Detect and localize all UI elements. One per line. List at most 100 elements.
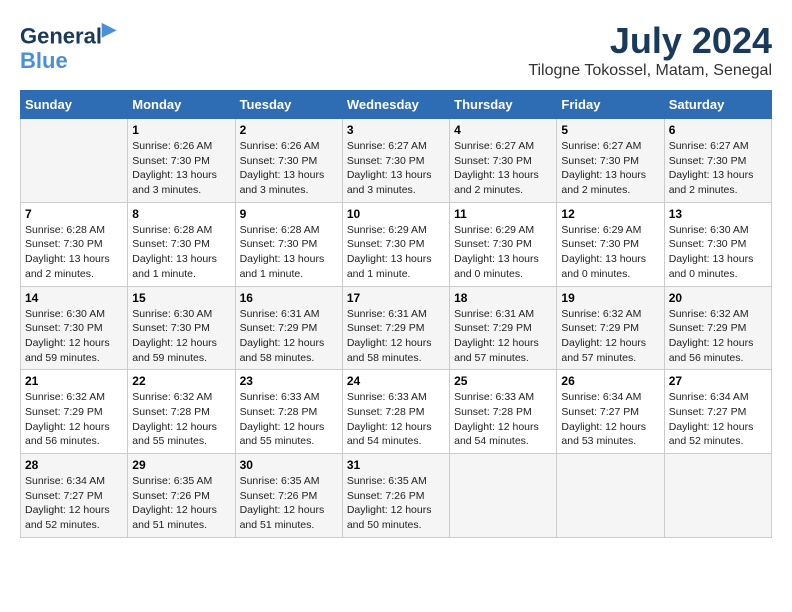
calendar-cell: 26 Sunrise: 6:34 AM Sunset: 7:27 PM Dayli… [557,370,664,454]
calendar-cell: 17 Sunrise: 6:31 AM Sunset: 7:29 PM Dayli… [342,286,449,370]
day-number: 26 [561,374,659,388]
day-info: Sunrise: 6:32 AM Sunset: 7:29 PM Dayligh… [561,307,659,366]
calendar-table: SundayMondayTuesdayWednesdayThursdayFrid… [20,90,772,538]
day-number: 25 [454,374,552,388]
calendar-cell [21,119,128,203]
calendar-cell: 19 Sunrise: 6:32 AM Sunset: 7:29 PM Dayli… [557,286,664,370]
calendar-cell: 5Sunrise: 6:27 AM Sunset: 7:30 PM Daylig… [557,119,664,203]
logo: General▶ Blue [20,20,116,73]
day-number: 1 [132,123,230,137]
day-number: 30 [240,458,338,472]
day-info: Sunrise: 6:27 AM Sunset: 7:30 PM Dayligh… [561,139,659,198]
day-number: 2 [240,123,338,137]
day-info: Sunrise: 6:32 AM Sunset: 7:29 PM Dayligh… [669,307,767,366]
logo-general: General [20,23,102,48]
day-number: 17 [347,291,445,305]
calendar-cell: 10Sunrise: 6:29 AM Sunset: 7:30 PM Dayli… [342,202,449,286]
day-number: 9 [240,207,338,221]
calendar-cell: 23 Sunrise: 6:33 AM Sunset: 7:28 PM Dayli… [235,370,342,454]
calendar-cell: 15 Sunrise: 6:30 AM Sunset: 7:30 PM Dayli… [128,286,235,370]
day-number: 14 [25,291,123,305]
day-number: 21 [25,374,123,388]
day-number: 7 [25,207,123,221]
calendar-cell: 25 Sunrise: 6:33 AM Sunset: 7:28 PM Dayli… [450,370,557,454]
logo-blue: Blue [20,49,116,73]
day-number: 18 [454,291,552,305]
day-number: 3 [347,123,445,137]
calendar-cell: 16Sunrise: 6:31 AM Sunset: 7:29 PM Dayli… [235,286,342,370]
calendar-cell: 7 Sunrise: 6:28 AM Sunset: 7:30 PM Daylig… [21,202,128,286]
day-info: Sunrise: 6:35 AM Sunset: 7:26 PM Dayligh… [132,474,230,533]
calendar-cell [664,454,771,538]
calendar-cell: 29 Sunrise: 6:35 AM Sunset: 7:26 PM Dayli… [128,454,235,538]
day-number: 27 [669,374,767,388]
day-number: 19 [561,291,659,305]
day-number: 4 [454,123,552,137]
calendar-cell: 1 Sunrise: 6:26 AM Sunset: 7:30 PM Daylig… [128,119,235,203]
day-number: 20 [669,291,767,305]
day-info: Sunrise: 6:27 AM Sunset: 7:30 PM Dayligh… [669,139,767,198]
week-row-1: 1 Sunrise: 6:26 AM Sunset: 7:30 PM Daylig… [21,119,772,203]
calendar-cell: 11Sunrise: 6:29 AM Sunset: 7:30 PM Dayli… [450,202,557,286]
header-tuesday: Tuesday [235,91,342,119]
day-info: Sunrise: 6:34 AM Sunset: 7:27 PM Dayligh… [25,474,123,533]
page-header: General▶ Blue July 2024 Tilogne Tokossel… [20,20,772,80]
calendar-cell: 9 Sunrise: 6:28 AM Sunset: 7:30 PM Daylig… [235,202,342,286]
calendar-cell [557,454,664,538]
day-info: Sunrise: 6:32 AM Sunset: 7:28 PM Dayligh… [132,390,230,449]
day-info: Sunrise: 6:26 AM Sunset: 7:30 PM Dayligh… [240,139,338,198]
calendar-cell: 6Sunrise: 6:27 AM Sunset: 7:30 PM Daylig… [664,119,771,203]
header-monday: Monday [128,91,235,119]
calendar-cell: 22Sunrise: 6:32 AM Sunset: 7:28 PM Dayli… [128,370,235,454]
day-info: Sunrise: 6:26 AM Sunset: 7:30 PM Dayligh… [132,139,230,198]
calendar-cell: 4 Sunrise: 6:27 AM Sunset: 7:30 PM Daylig… [450,119,557,203]
calendar-cell: 27Sunrise: 6:34 AM Sunset: 7:27 PM Dayli… [664,370,771,454]
day-info: Sunrise: 6:27 AM Sunset: 7:30 PM Dayligh… [454,139,552,198]
day-info: Sunrise: 6:30 AM Sunset: 7:30 PM Dayligh… [25,307,123,366]
day-info: Sunrise: 6:32 AM Sunset: 7:29 PM Dayligh… [25,390,123,449]
day-number: 28 [25,458,123,472]
day-number: 23 [240,374,338,388]
day-info: Sunrise: 6:30 AM Sunset: 7:30 PM Dayligh… [669,223,767,282]
calendar-cell: 8 Sunrise: 6:28 AM Sunset: 7:30 PM Daylig… [128,202,235,286]
day-number: 15 [132,291,230,305]
day-info: Sunrise: 6:34 AM Sunset: 7:27 PM Dayligh… [561,390,659,449]
day-info: Sunrise: 6:28 AM Sunset: 7:30 PM Dayligh… [132,223,230,282]
title-block: July 2024 Tilogne Tokossel, Matam, Seneg… [528,20,772,80]
day-number: 8 [132,207,230,221]
day-info: Sunrise: 6:35 AM Sunset: 7:26 PM Dayligh… [240,474,338,533]
day-info: Sunrise: 6:31 AM Sunset: 7:29 PM Dayligh… [454,307,552,366]
calendar-cell [450,454,557,538]
week-row-5: 28 Sunrise: 6:34 AM Sunset: 7:27 PM Dayli… [21,454,772,538]
calendar-cell: 20 Sunrise: 6:32 AM Sunset: 7:29 PM Dayli… [664,286,771,370]
calendar-cell: 24Sunrise: 6:33 AM Sunset: 7:28 PM Dayli… [342,370,449,454]
header-thursday: Thursday [450,91,557,119]
day-info: Sunrise: 6:33 AM Sunset: 7:28 PM Dayligh… [454,390,552,449]
calendar-cell: 30 Sunrise: 6:35 AM Sunset: 7:26 PM Dayli… [235,454,342,538]
calendar-cell: 12 Sunrise: 6:29 AM Sunset: 7:30 PM Dayli… [557,202,664,286]
week-row-2: 7 Sunrise: 6:28 AM Sunset: 7:30 PM Daylig… [21,202,772,286]
day-info: Sunrise: 6:28 AM Sunset: 7:30 PM Dayligh… [25,223,123,282]
header-saturday: Saturday [664,91,771,119]
week-row-3: 14 Sunrise: 6:30 AM Sunset: 7:30 PM Dayli… [21,286,772,370]
day-info: Sunrise: 6:31 AM Sunset: 7:29 PM Dayligh… [240,307,338,366]
day-info: Sunrise: 6:35 AM Sunset: 7:26 PM Dayligh… [347,474,445,533]
day-number: 29 [132,458,230,472]
calendar-cell: 31Sunrise: 6:35 AM Sunset: 7:26 PM Dayli… [342,454,449,538]
day-info: Sunrise: 6:33 AM Sunset: 7:28 PM Dayligh… [240,390,338,449]
calendar-subtitle: Tilogne Tokossel, Matam, Senegal [528,62,772,80]
day-info: Sunrise: 6:27 AM Sunset: 7:30 PM Dayligh… [347,139,445,198]
header-friday: Friday [557,91,664,119]
calendar-cell: 13Sunrise: 6:30 AM Sunset: 7:30 PM Dayli… [664,202,771,286]
calendar-title: July 2024 [528,20,772,62]
day-info: Sunrise: 6:31 AM Sunset: 7:29 PM Dayligh… [347,307,445,366]
day-info: Sunrise: 6:33 AM Sunset: 7:28 PM Dayligh… [347,390,445,449]
day-number: 12 [561,207,659,221]
day-info: Sunrise: 6:29 AM Sunset: 7:30 PM Dayligh… [561,223,659,282]
day-info: Sunrise: 6:30 AM Sunset: 7:30 PM Dayligh… [132,307,230,366]
day-number: 11 [454,207,552,221]
calendar-cell: 18 Sunrise: 6:31 AM Sunset: 7:29 PM Dayli… [450,286,557,370]
calendar-header-row: SundayMondayTuesdayWednesdayThursdayFrid… [21,91,772,119]
calendar-cell: 28 Sunrise: 6:34 AM Sunset: 7:27 PM Dayli… [21,454,128,538]
day-info: Sunrise: 6:28 AM Sunset: 7:30 PM Dayligh… [240,223,338,282]
